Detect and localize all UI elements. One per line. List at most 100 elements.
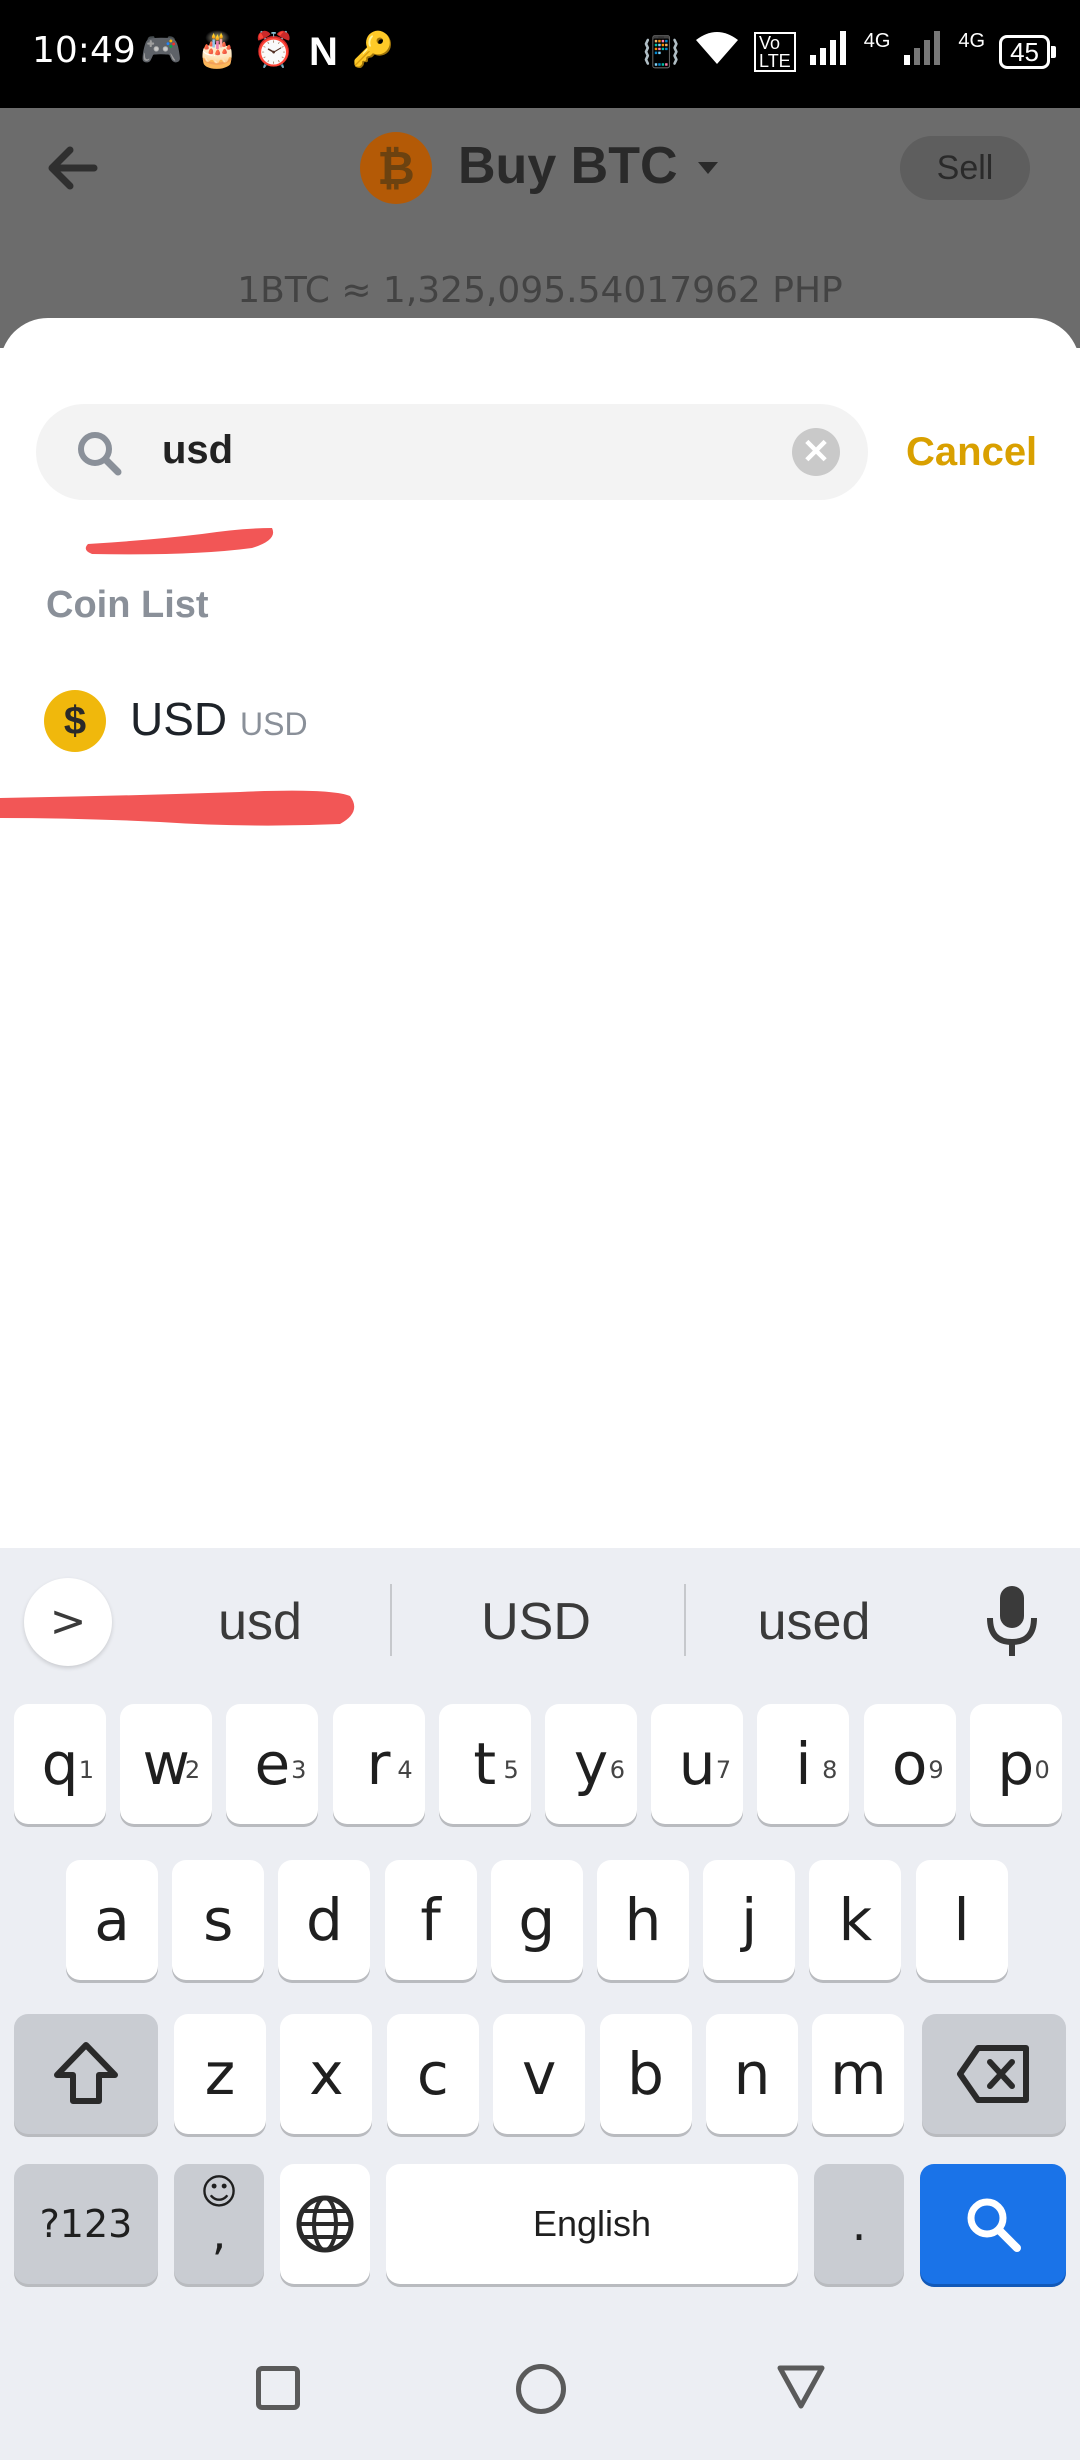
key-o[interactable]: o9 — [863, 1704, 956, 1824]
coin-list-title: Coin List — [46, 584, 209, 626]
key-j[interactable]: j — [703, 1860, 796, 1980]
chevron-down-icon[interactable] — [698, 162, 718, 174]
home-icon[interactable] — [516, 2364, 566, 2414]
sell-button[interactable]: Sell — [900, 136, 1030, 200]
search-input[interactable]: usd ✕ — [36, 404, 868, 500]
space-key[interactable]: English — [386, 2164, 798, 2284]
coin-name: USD — [130, 693, 228, 745]
key-hint: 1 — [78, 1756, 94, 1784]
key-u[interactable]: u7 — [651, 1704, 744, 1824]
app-header: ₿ Buy BTC Sell 1BTC ≈ 1,325,095.54017962… — [0, 108, 1080, 348]
signal-icon-1 — [809, 31, 850, 73]
key-hint: 5 — [503, 1756, 519, 1784]
key-label: i — [795, 1730, 812, 1798]
symbols-key[interactable]: ?123 — [14, 2164, 158, 2284]
key-s[interactable]: s — [172, 1860, 265, 1980]
key-hint: 2 — [184, 1756, 201, 1784]
key-y[interactable]: y6 — [545, 1704, 637, 1824]
wifi-icon — [694, 30, 740, 74]
key-r[interactable]: r4 — [332, 1704, 425, 1824]
key-label: w — [142, 1730, 190, 1798]
key-hint: 3 — [291, 1756, 307, 1784]
key-d[interactable]: d — [278, 1860, 371, 1980]
suggestion-1[interactable]: usd — [120, 1592, 400, 1652]
key-q[interactable]: q1 — [14, 1704, 106, 1824]
key-hint: 7 — [715, 1756, 732, 1784]
key-hint: 4 — [397, 1756, 413, 1784]
key-v[interactable]: v — [493, 2014, 586, 2134]
key-e[interactable]: e3 — [226, 1704, 319, 1824]
network-type-1: 4G — [863, 30, 891, 52]
suggestion-2[interactable]: USD — [396, 1592, 676, 1652]
alarm-icon: ⏰ — [252, 31, 296, 69]
volte-icon: Vo LTE — [754, 32, 796, 72]
key-label: q — [41, 1730, 79, 1798]
dollar-icon: $ — [44, 690, 106, 752]
red-scribble-mark-2 — [0, 790, 355, 826]
shift-icon — [54, 2042, 118, 2104]
suggestion-3[interactable]: used — [674, 1592, 954, 1652]
key-b[interactable]: b — [599, 2014, 692, 2134]
key-g[interactable]: g — [490, 1860, 583, 1980]
key-label: u — [678, 1730, 716, 1798]
key-label: t — [473, 1730, 497, 1798]
search-key-icon — [967, 2198, 1021, 2252]
globe-icon — [296, 2195, 354, 2253]
key-label: y — [573, 1730, 609, 1798]
key-label: e — [254, 1730, 291, 1798]
key-i[interactable]: i8 — [757, 1704, 850, 1824]
game-controller-icon: 🎮 — [140, 31, 183, 69]
network-type-2: 4G — [958, 30, 986, 52]
suggestion-divider — [390, 1584, 392, 1656]
key-p[interactable]: p0 — [969, 1704, 1062, 1824]
clear-icon[interactable]: ✕ — [792, 428, 840, 476]
recent-apps-icon[interactable] — [256, 2366, 300, 2410]
key-n[interactable]: n — [706, 2014, 798, 2134]
key-c[interactable]: c — [386, 2014, 479, 2134]
expand-toolbar-button[interactable]: > — [24, 1578, 112, 1666]
list-item[interactable]: $ USD USD — [0, 678, 1080, 778]
status-notification-icons: 🎮 🎂 ⏰ N 🔑 — [140, 30, 394, 75]
cake-icon: 🎂 — [196, 31, 239, 69]
shift-key[interactable] — [14, 2014, 158, 2134]
status-system-icons: 📳 Vo LTE 4G 4G 45 — [642, 30, 1056, 74]
page-title[interactable]: Buy BTC — [458, 136, 678, 196]
cancel-button[interactable]: Cancel — [906, 430, 1037, 475]
vibrate-icon: 📳 — [642, 35, 681, 69]
status-bar: 10:49 🎮 🎂 ⏰ N 🔑 📳 Vo LTE 4G 4G 45 — [0, 0, 1080, 108]
coin-symbol: USD — [240, 706, 308, 742]
battery-icon: 45 — [999, 35, 1056, 69]
key-label: o — [891, 1730, 928, 1798]
language-key[interactable] — [280, 2164, 370, 2284]
key-f[interactable]: f — [384, 1860, 477, 1980]
key-w[interactable]: w2 — [120, 1704, 213, 1824]
coin-search-sheet: usd ✕ Cancel Coin List $ USD USD — [0, 318, 1080, 1548]
key-hint: 9 — [928, 1756, 944, 1784]
exchange-rate: 1BTC ≈ 1,325,095.54017962 PHP — [237, 270, 843, 311]
back-arrow-icon[interactable] — [42, 138, 102, 198]
key-x[interactable]: x — [280, 2014, 373, 2134]
key-h[interactable]: h — [597, 1860, 689, 1980]
key-m[interactable]: m — [812, 2014, 905, 2134]
key-hint: 0 — [1034, 1756, 1050, 1784]
backspace-key[interactable] — [922, 2014, 1066, 2134]
emoji-comma-key[interactable]: ☺ , — [174, 2164, 264, 2284]
comma-label: , — [211, 2206, 227, 2260]
microphone-icon[interactable] — [984, 1584, 1040, 1660]
key-hint: 6 — [609, 1756, 625, 1784]
key-z[interactable]: z — [174, 2014, 266, 2134]
key-a[interactable]: a — [66, 1860, 158, 1980]
keyhole-icon: 🔑 — [351, 31, 395, 69]
netflix-icon: N — [309, 30, 338, 74]
search-key[interactable] — [920, 2164, 1066, 2284]
suggestion-bar: > usd USD used — [0, 1548, 1080, 1688]
period-key[interactable]: . — [814, 2164, 904, 2284]
status-time: 10:49 — [32, 30, 136, 71]
key-l[interactable]: l — [915, 1860, 1008, 1980]
bitcoin-icon: ₿ — [360, 132, 432, 204]
back-icon[interactable] — [776, 2362, 826, 2412]
key-k[interactable]: k — [809, 1860, 902, 1980]
search-value[interactable]: usd — [162, 428, 233, 473]
key-t[interactable]: t5 — [438, 1704, 531, 1824]
navigation-bar — [0, 2320, 1080, 2460]
